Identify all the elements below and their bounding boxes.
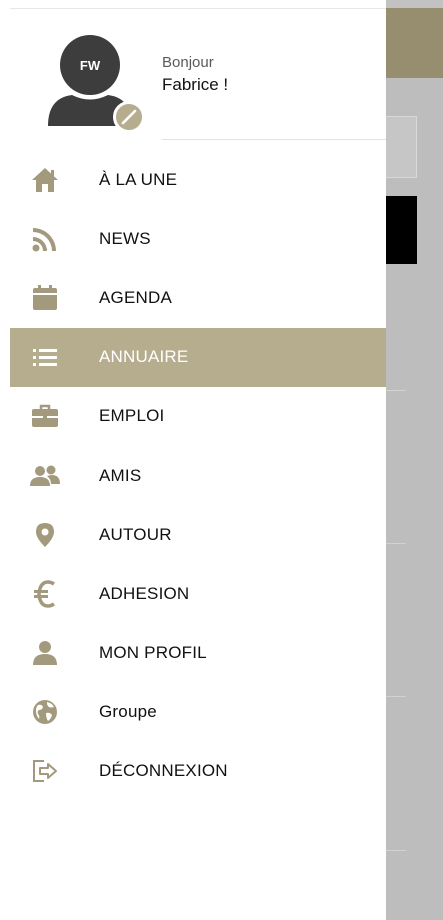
menu-item-deconnexion[interactable]: DÉCONNEXION bbox=[10, 742, 386, 801]
background-divider bbox=[386, 696, 406, 697]
menu-label: NEWS bbox=[99, 228, 151, 248]
euro-icon bbox=[30, 579, 60, 609]
map-pin-icon bbox=[30, 520, 60, 550]
menu-item-news[interactable]: NEWS bbox=[10, 209, 386, 268]
menu-label: À LA UNE bbox=[99, 169, 178, 189]
home-icon bbox=[30, 165, 60, 195]
background-divider bbox=[386, 543, 406, 544]
menu-item-groupe[interactable]: Groupe bbox=[10, 683, 386, 742]
menu-item-annuaire[interactable]: ANNUAIRE bbox=[10, 327, 386, 387]
avatar-initials: FW bbox=[80, 58, 101, 73]
background-header bbox=[386, 8, 443, 78]
profile-header: FW Bonjour Fabrice ! bbox=[10, 8, 386, 140]
menu-item-amis[interactable]: AMIS bbox=[10, 446, 386, 505]
background-divider bbox=[386, 850, 406, 851]
menu-label: Groupe bbox=[99, 702, 157, 722]
avatar[interactable]: FW bbox=[47, 32, 145, 133]
menu-label: ADHESION bbox=[99, 583, 190, 603]
app-screen: FW Bonjour Fabrice ! À LA UNE NEWS AGEND… bbox=[0, 0, 443, 920]
screen-edge bbox=[0, 0, 10, 920]
calendar-icon bbox=[30, 283, 60, 313]
menu-item-autour[interactable]: AUTOUR bbox=[10, 505, 386, 564]
background-banner bbox=[386, 196, 417, 264]
background-page[interactable] bbox=[386, 0, 443, 920]
profile-divider bbox=[162, 139, 386, 140]
list-icon bbox=[30, 342, 60, 372]
menu-label: EMPLOI bbox=[99, 406, 165, 426]
menu-item-adhesion[interactable]: ADHESION bbox=[10, 564, 386, 623]
greeting-text: Bonjour bbox=[162, 54, 214, 71]
menu-item-emploi[interactable]: EMPLOI bbox=[10, 387, 386, 446]
menu-item-mon-profil[interactable]: MON PROFIL bbox=[10, 624, 386, 683]
rss-icon bbox=[30, 224, 60, 254]
menu-label: ANNUAIRE bbox=[99, 347, 189, 367]
logout-icon bbox=[30, 756, 60, 786]
navigation-drawer: FW Bonjour Fabrice ! À LA UNE NEWS AGEND… bbox=[10, 8, 386, 920]
menu-label: AGENDA bbox=[99, 287, 172, 307]
menu-label: AUTOUR bbox=[99, 524, 172, 544]
menu-item-a-la-une[interactable]: À LA UNE bbox=[10, 150, 386, 209]
globe-icon bbox=[30, 697, 60, 727]
menu-label: AMIS bbox=[99, 465, 142, 485]
menu-label: MON PROFIL bbox=[99, 643, 207, 663]
background-search-field bbox=[386, 116, 417, 178]
menu-item-agenda[interactable]: AGENDA bbox=[10, 268, 386, 327]
background-divider bbox=[386, 390, 406, 391]
user-name: Fabrice ! bbox=[162, 75, 229, 94]
users-icon bbox=[30, 461, 60, 491]
greeting-block: Bonjour Fabrice ! bbox=[162, 54, 228, 98]
edit-icon[interactable] bbox=[113, 101, 145, 133]
menu-label: DÉCONNEXION bbox=[99, 761, 228, 781]
user-icon bbox=[30, 638, 60, 668]
menu-list: À LA UNE NEWS AGENDA ANNUAIRE EMPLOI AMI… bbox=[10, 150, 386, 801]
briefcase-icon bbox=[30, 401, 60, 431]
